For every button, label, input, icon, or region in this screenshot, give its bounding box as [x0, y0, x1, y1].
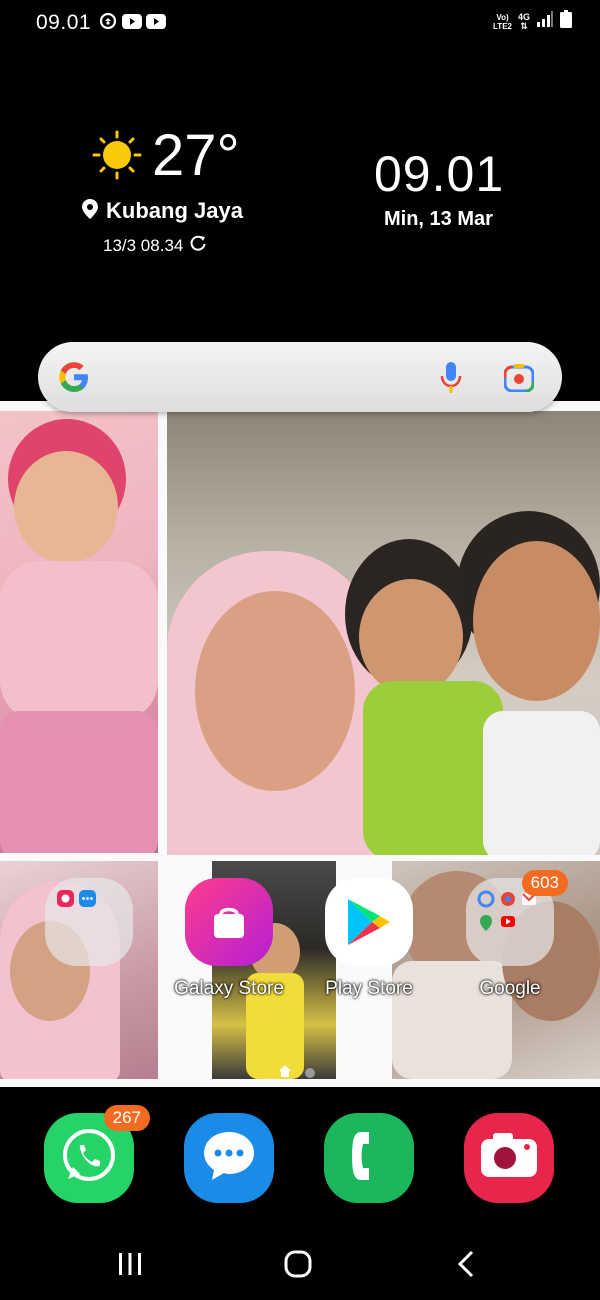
app-label: Galaxy Store	[174, 978, 284, 999]
status-bar: 09.01 Vo) LTE2 4G ⇅	[0, 0, 600, 46]
location-pin-icon	[82, 198, 98, 224]
sync-icon	[98, 12, 118, 30]
google-folder-icon[interactable]: 603	[466, 870, 568, 966]
location-name: Kubang Jaya	[106, 198, 243, 223]
app-label: Play Store	[325, 978, 413, 999]
location-row: Kubang Jaya	[82, 198, 243, 224]
refresh-icon[interactable]	[189, 234, 207, 257]
youtube-icon	[122, 12, 142, 30]
lens-icon[interactable]	[503, 364, 535, 397]
page-indicator[interactable]	[279, 1064, 315, 1082]
notification-badge: 267	[103, 1105, 150, 1131]
youtube-icon	[146, 12, 166, 30]
data-arrows-icon: ⇅	[520, 20, 528, 31]
notification-icons	[98, 12, 166, 30]
wallpaper-photo-baby	[0, 411, 158, 853]
play-store-icon[interactable]	[325, 878, 413, 966]
messages-app[interactable]	[184, 1113, 274, 1203]
google-search-bar[interactable]	[38, 342, 562, 412]
page-dot	[305, 1068, 315, 1078]
volte-icon: Vo) LTE2	[493, 13, 512, 31]
weather-updated-time: 13/3 08.34	[103, 235, 184, 255]
home-icon	[284, 1250, 312, 1283]
volte-top-label: Vo)	[496, 12, 509, 22]
whatsapp-icon	[60, 1127, 118, 1190]
app-folder[interactable]	[29, 878, 149, 978]
sun-icon	[92, 130, 142, 185]
back-button[interactable]	[446, 1248, 486, 1284]
battery-icon	[560, 10, 572, 33]
camera-app[interactable]	[464, 1113, 554, 1203]
clock-date[interactable]: Min, 13 Mar	[384, 208, 493, 231]
notification-badge: 603	[521, 870, 568, 896]
home-page-icon	[279, 1064, 291, 1082]
google-logo	[56, 359, 92, 400]
whatsapp-app[interactable]: 267	[44, 1105, 150, 1203]
app-label: Google	[479, 978, 541, 999]
volte-bottom-label: LTE2	[493, 21, 512, 31]
home-button[interactable]	[278, 1248, 318, 1284]
phone-app[interactable]	[324, 1113, 414, 1203]
system-icons: Vo) LTE2 4G ⇅	[493, 10, 572, 33]
phone-icon	[349, 1130, 389, 1187]
signal-icon	[536, 11, 554, 32]
app-play-store[interactable]: Play Store	[309, 878, 429, 1000]
recent-apps-button[interactable]	[110, 1248, 150, 1284]
back-icon	[456, 1250, 476, 1283]
navigation-bar	[0, 1230, 600, 1300]
4g-icon: 4G ⇅	[518, 12, 530, 31]
recent-apps-icon	[117, 1251, 143, 1282]
weather-updated-row: 13/3 08.34	[103, 234, 207, 257]
mic-icon[interactable]	[438, 362, 464, 399]
app-galaxy-store[interactable]: Galaxy Store	[169, 878, 289, 1000]
status-time: 09.01	[36, 11, 92, 34]
wallpaper-photo-family	[167, 411, 600, 855]
folder-icon[interactable]	[45, 878, 133, 966]
messages-icon	[200, 1128, 258, 1189]
camera-icon	[479, 1132, 539, 1184]
clock-time[interactable]: 09.01	[374, 146, 504, 202]
app-google-folder[interactable]: 603 Google	[450, 870, 570, 1000]
temperature: 27°	[152, 123, 240, 188]
galaxy-store-icon[interactable]	[185, 878, 273, 966]
